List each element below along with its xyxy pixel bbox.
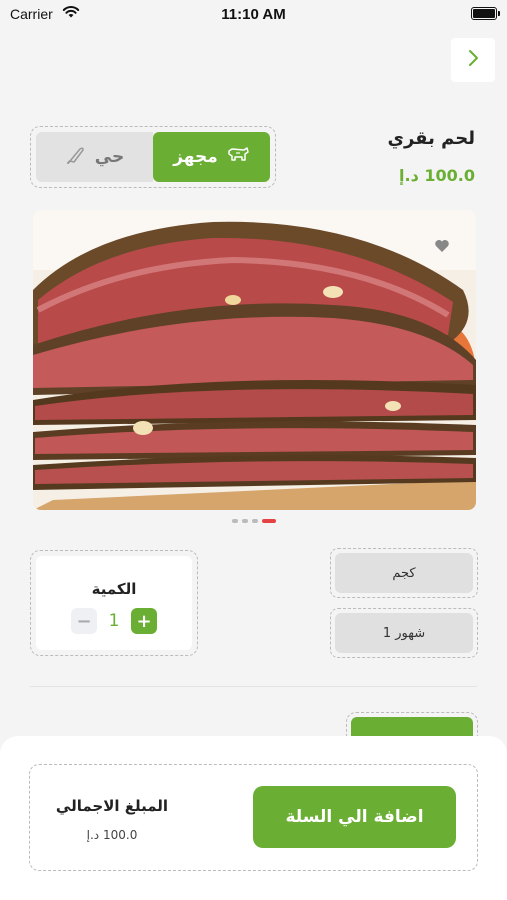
heart-icon[interactable] [434,238,450,257]
page-dot[interactable] [241,519,248,523]
quantity-box: الكمية − 1 + [30,550,198,656]
status-bar: Carrier 11:10 AM [0,0,507,30]
type-option-live[interactable]: حي [36,132,153,182]
quantity-card: الكمية − 1 + [36,556,192,650]
total-label: المبلغ الاجمالي [55,797,169,815]
type-option-live-label: حي [94,147,125,167]
quantity-increase-button[interactable]: + [131,608,157,634]
total-value: 100.0 د.إ [86,828,138,842]
weight-option-group: كجم [330,548,478,598]
type-option-prepared[interactable]: مجهز [153,132,270,182]
quantity-label: الكمية [91,580,137,598]
cow-icon [226,145,250,170]
product-image[interactable] [33,210,476,510]
quantity-stepper: − 1 + [36,608,192,634]
gallery-page-indicator [0,519,507,523]
product-price: 100.0 د.إ [399,166,475,185]
total-card: اضافة الي السلة المبلغ الاجمالي 100.0 د.… [29,764,478,871]
add-to-cart-button[interactable]: اضافة الي السلة [253,786,456,848]
product-title: لحم بقري [387,128,475,149]
page-dot[interactable] [231,519,238,523]
quantity-value: 1 [108,611,120,631]
clock: 11:10 AM [221,6,286,23]
page-dot-active[interactable] [261,519,276,523]
type-option-prepared-label: مجهز [173,147,218,167]
quantity-decrease-button[interactable]: − [71,608,97,634]
type-toggle: حي مجهز [30,126,276,188]
bottom-sheet: اضافة الي السلة المبلغ الاجمالي 100.0 د.… [0,736,507,900]
back-button[interactable] [451,38,495,82]
age-option-group: 1 شهور [330,608,478,658]
battery-icon [471,7,500,20]
weight-select[interactable]: كجم [335,553,473,593]
knife-icon [65,144,87,171]
page-dot[interactable] [251,519,258,523]
chevron-right-icon [467,49,479,71]
roast-beef-illustration [33,210,476,510]
age-select[interactable]: 1 شهور [335,613,473,653]
divider [30,686,477,687]
